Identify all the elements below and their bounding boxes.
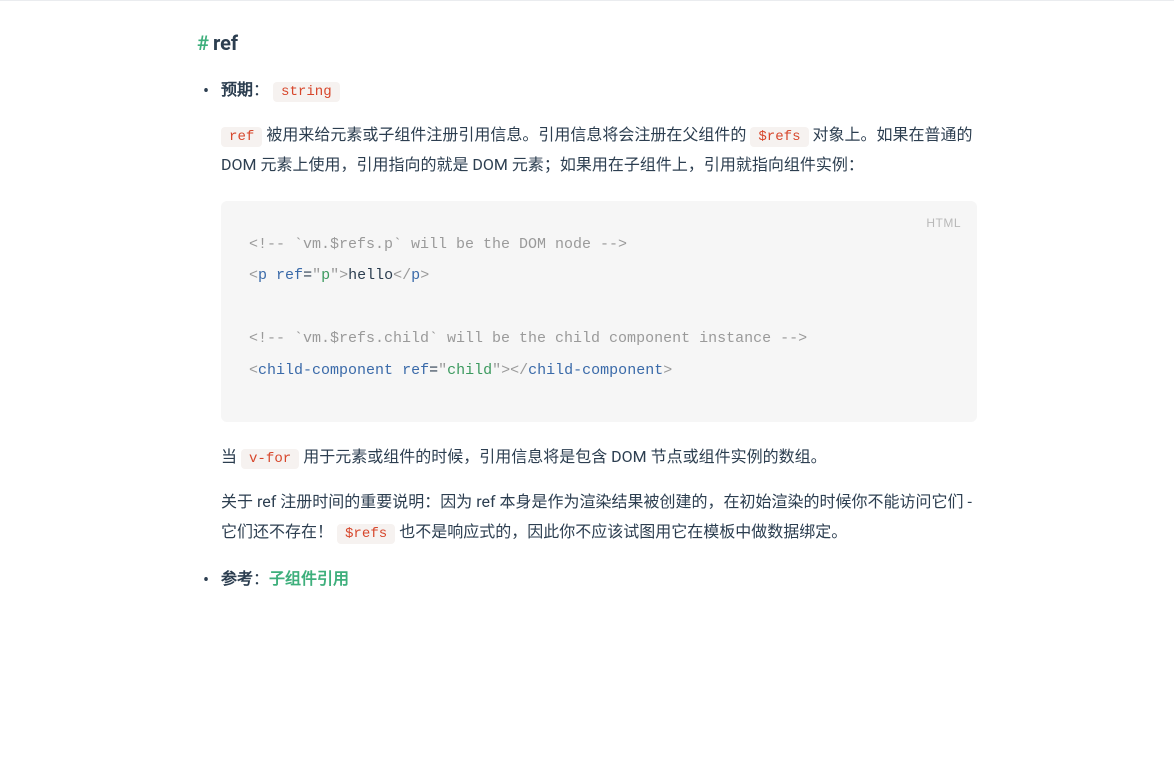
reference-link[interactable]: 子组件引用: [269, 569, 349, 588]
code-comment-1: <!-- `vm.$refs.p` will be the DOM node -…: [249, 236, 627, 253]
code-lang-label: HTML: [926, 211, 961, 236]
code-vfor: v-for: [241, 449, 299, 469]
code-line-p: <p ref="p">hello</p>: [249, 260, 949, 292]
doc-content: #ref 预期： string ref 被用来给元素或子组件注册引用信息。引用信…: [157, 1, 1017, 651]
code-example: HTML <!-- `vm.$refs.p` will be the DOM n…: [221, 201, 977, 423]
vfor-note: 当 v-for 用于元素或组件的时候，引用信息将是包含 DOM 节点或组件实例的…: [221, 442, 977, 473]
code-refs-2: $refs: [337, 524, 395, 544]
code-refs: $refs: [750, 127, 808, 147]
code-line-child: <child-component ref="child"></child-com…: [249, 355, 949, 387]
expect-label: 预期: [221, 80, 253, 99]
reference-label: 参考: [221, 569, 253, 588]
code-comment-2: <!-- `vm.$refs.child` will be the child …: [249, 330, 807, 347]
property-expect-item: 预期： string ref 被用来给元素或子组件注册引用信息。引用信息将会注册…: [197, 75, 977, 548]
reference-item: 参考：子组件引用: [197, 564, 977, 594]
heading-text: ref: [213, 31, 238, 55]
heading-anchor[interactable]: #: [197, 31, 209, 55]
ref-description: ref 被用来给元素或子组件注册引用信息。引用信息将会注册在父组件的 $refs…: [221, 120, 977, 181]
code-ref: ref: [221, 127, 262, 147]
section-heading[interactable]: #ref: [197, 31, 977, 55]
expect-type-code: string: [273, 82, 340, 102]
timing-note: 关于 ref 注册时间的重要说明：因为 ref 本身是作为渲染结果被创建的，在初…: [221, 487, 977, 548]
code-blank-line: [249, 292, 949, 324]
